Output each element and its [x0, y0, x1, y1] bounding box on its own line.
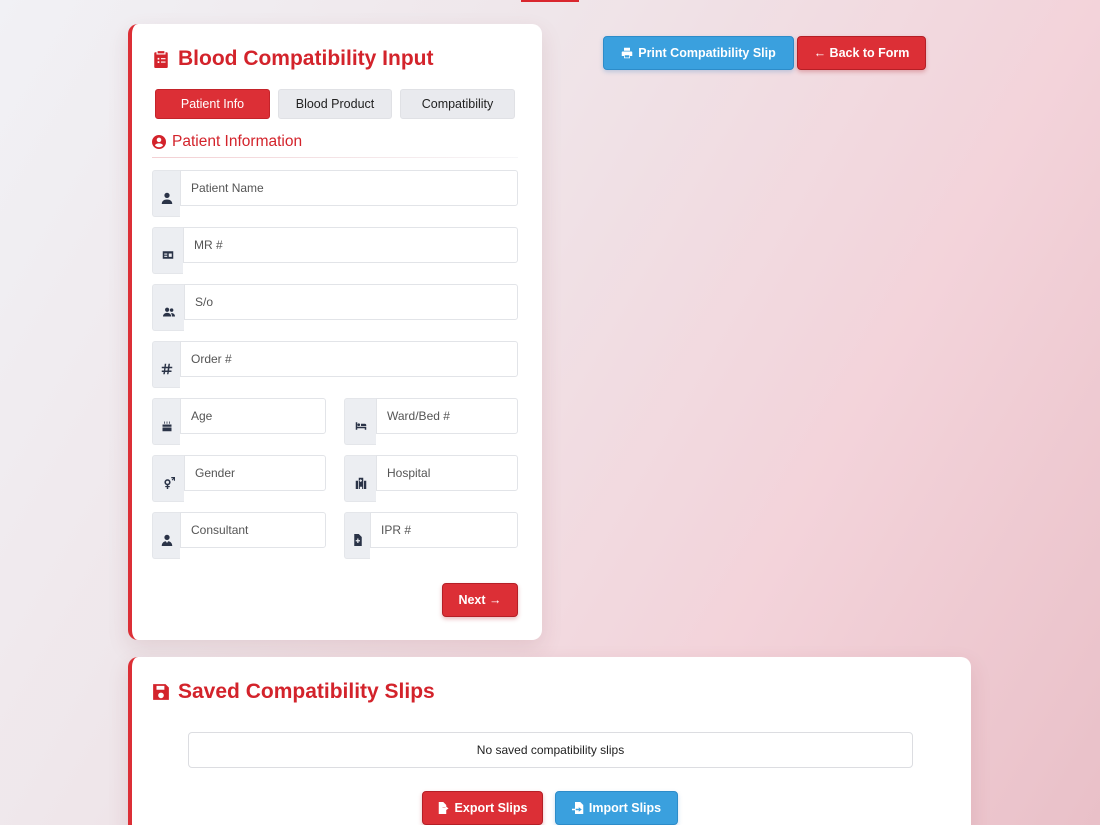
consultant-input[interactable]: [180, 512, 326, 548]
age-field-group: [152, 398, 326, 445]
print-button-label: Print Compatibility Slip: [638, 46, 776, 60]
top-accent-bar: [521, 0, 579, 2]
empty-slips-message: No saved compatibility slips: [188, 732, 913, 768]
ipr-number-field-group: [344, 512, 518, 559]
print-icon: [621, 47, 633, 59]
section-divider: [152, 157, 518, 158]
patient-information-label: Patient Information: [172, 133, 303, 150]
hashtag-icon: [161, 363, 172, 375]
saved-compatibility-slips-card: Saved Compatibility Slips No saved compa…: [128, 657, 971, 825]
so-input[interactable]: [184, 284, 518, 320]
blood-compatibility-input-card: Blood Compatibility Input Patient Info B…: [128, 24, 542, 640]
order-number-addon: [152, 341, 180, 388]
saved-card-title-text: Saved Compatibility Slips: [178, 680, 435, 703]
ward-bed-field-group: [344, 398, 518, 445]
so-field-group: [152, 284, 518, 331]
age-input[interactable]: [180, 398, 326, 434]
hospital-addon: [344, 455, 376, 502]
gender-addon: [152, 455, 184, 502]
patient-name-addon: [152, 170, 180, 217]
hospital-input[interactable]: [376, 455, 518, 491]
user-doctor-icon: [161, 534, 172, 546]
input-tabs: Patient Info Blood Product Compatibility: [155, 89, 515, 119]
back-button-label: ← Back to Form: [813, 46, 910, 60]
user-icon: [161, 192, 172, 204]
birthday-cake-icon: [162, 421, 171, 432]
tab-patient-info[interactable]: Patient Info: [155, 89, 270, 119]
import-slips-button[interactable]: Import Slips: [555, 791, 678, 825]
order-number-field-group: [152, 341, 518, 388]
hospital-field-group: [344, 455, 518, 502]
gender-field-group: [152, 455, 326, 502]
tab-compatibility[interactable]: Compatibility: [400, 89, 515, 119]
consultant-addon: [152, 512, 180, 559]
user-circle-icon: [152, 135, 166, 149]
age-addon: [152, 398, 180, 445]
clipboard-list-icon: [154, 51, 168, 68]
file-medical-icon: [353, 534, 362, 546]
hospital-icon: [355, 477, 366, 489]
ipr-number-addon: [344, 512, 370, 559]
users-icon: [162, 307, 175, 317]
bed-icon: [355, 422, 366, 430]
so-addon: [152, 284, 184, 331]
tab-blood-product[interactable]: Blood Product: [278, 89, 392, 119]
patient-name-input[interactable]: [180, 170, 518, 206]
mr-number-addon: [152, 227, 183, 274]
save-icon: [153, 684, 169, 700]
consultant-field-group: [152, 512, 326, 559]
id-card-icon: [162, 251, 174, 259]
export-button-label: Export Slips: [454, 801, 528, 815]
mr-number-field-group: [152, 227, 518, 274]
file-import-icon: [571, 802, 584, 814]
input-card-title: Blood Compatibility Input: [152, 47, 433, 71]
import-button-label: Import Slips: [588, 801, 662, 815]
back-to-form-button[interactable]: ← Back to Form: [797, 36, 926, 70]
ward-bed-input[interactable]: [376, 398, 518, 434]
mr-number-input[interactable]: [183, 227, 518, 263]
input-card-title-text: Blood Compatibility Input: [178, 47, 434, 70]
patient-information-heading: Patient Information: [152, 133, 302, 151]
file-export-icon: [438, 802, 449, 814]
venus-mars-icon: [163, 477, 175, 489]
gender-input[interactable]: [184, 455, 326, 491]
order-number-input[interactable]: [180, 341, 518, 377]
saved-card-title: Saved Compatibility Slips: [152, 680, 435, 704]
next-button[interactable]: Next →: [442, 583, 518, 617]
ipr-number-input[interactable]: [370, 512, 518, 548]
patient-name-field-group: [152, 170, 518, 217]
export-slips-button[interactable]: Export Slips: [422, 791, 543, 825]
ward-bed-addon: [344, 398, 376, 445]
next-button-label: Next →: [458, 593, 502, 607]
print-compatibility-slip-button[interactable]: Print Compatibility Slip: [603, 36, 794, 70]
